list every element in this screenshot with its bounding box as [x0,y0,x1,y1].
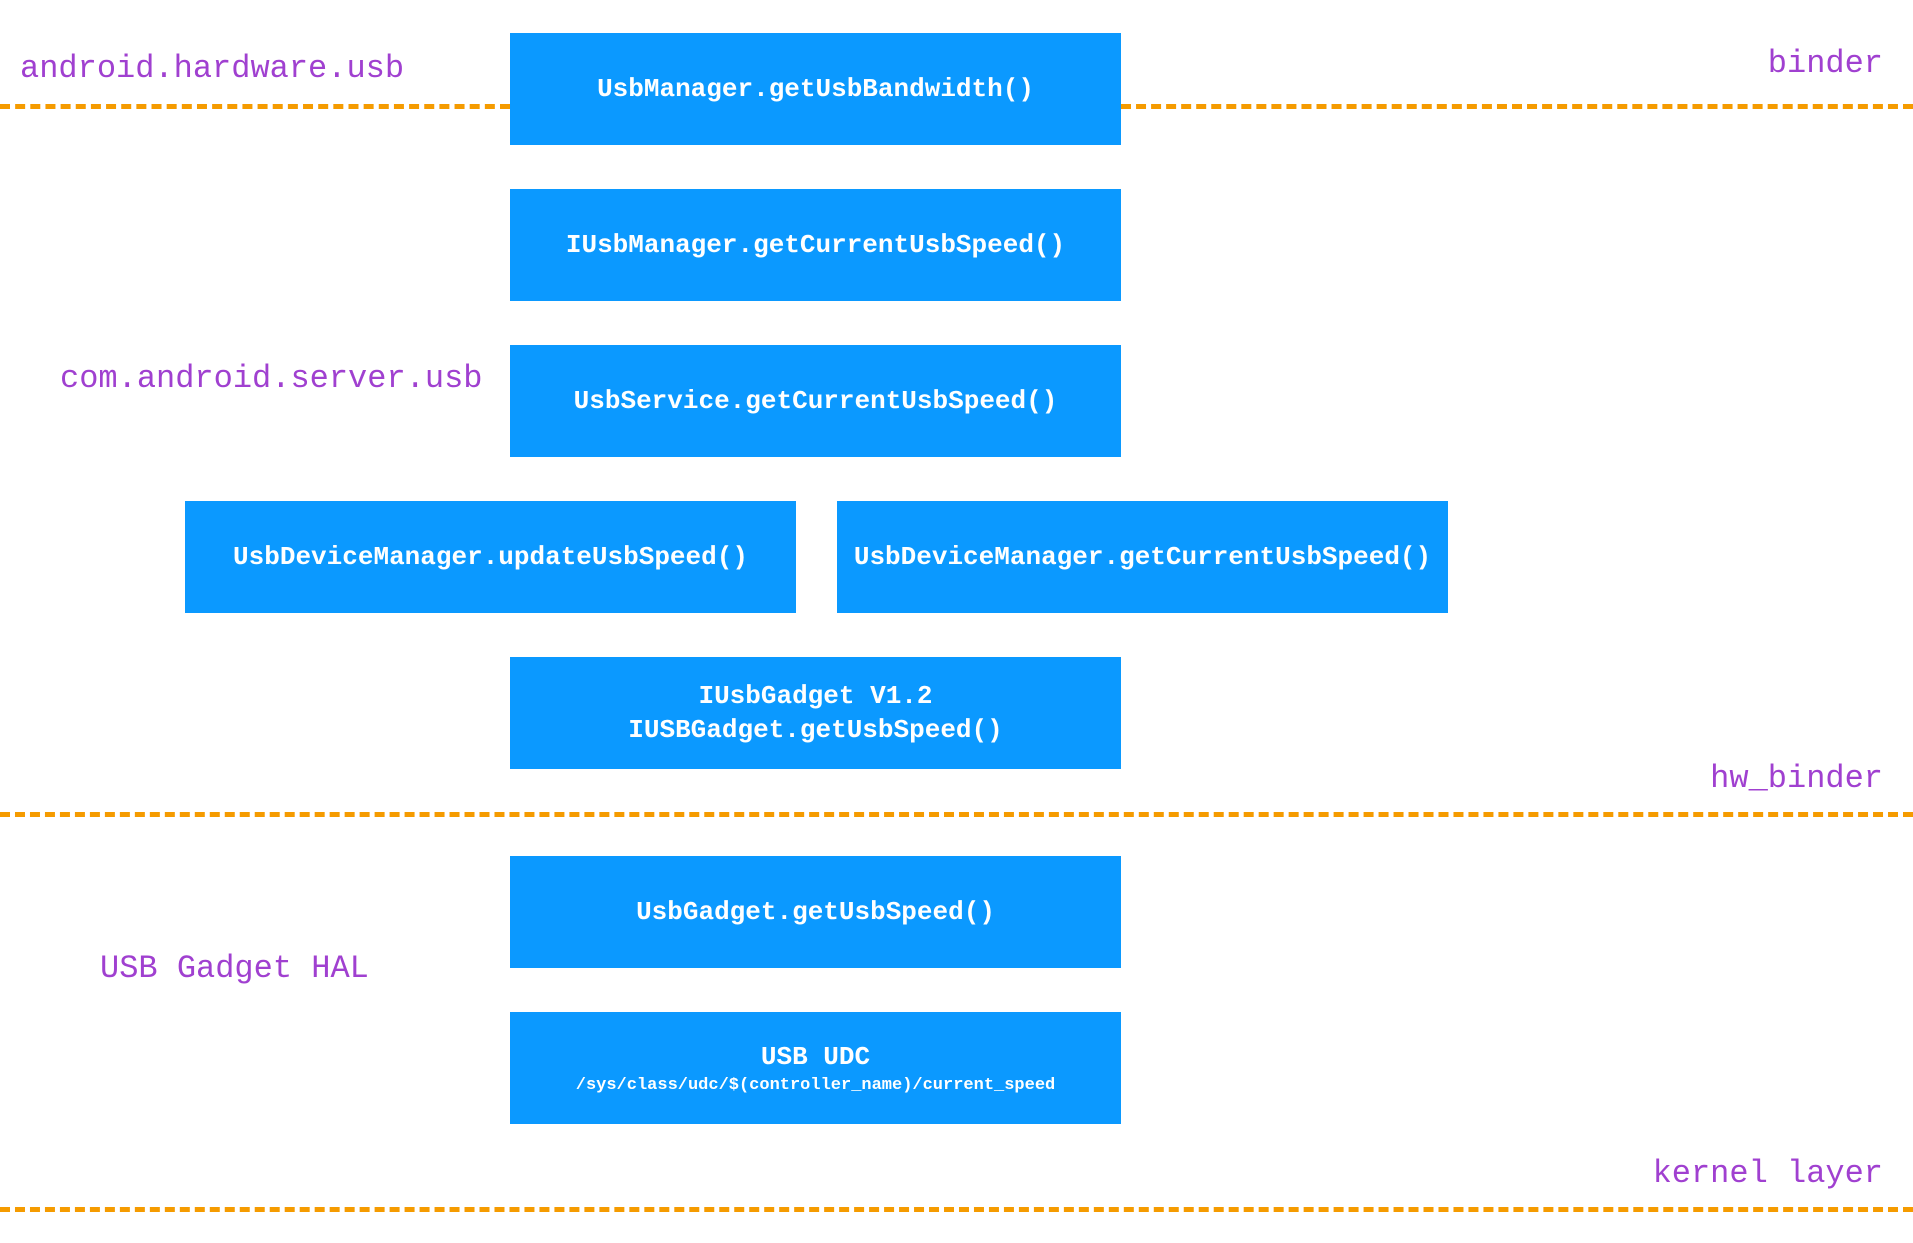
label-kernel-layer: kernel layer [1653,1155,1883,1192]
dash-hwbinder [0,812,1913,817]
box-text: UsbService.getCurrentUsbSpeed() [574,386,1058,416]
box-text: UsbDeviceManager.getCurrentUsbSpeed() [854,542,1431,572]
box-iusbmanager-getcurrentusbspeed: IUsbManager.getCurrentUsbSpeed() [510,189,1121,301]
box-text-line2: IUSBGadget.getUsbSpeed() [628,715,1002,745]
box-iusbgadget: IUsbGadget V1.2 IUSBGadget.getUsbSpeed() [510,657,1121,769]
dash-binder-right [1121,104,1913,109]
label-binder: binder [1768,45,1883,82]
box-text: UsbDeviceManager.updateUsbSpeed() [233,542,748,572]
box-usb-udc: USB UDC /sys/class/udc/$(controller_name… [510,1012,1121,1124]
box-text: UsbGadget.getUsbSpeed() [636,897,995,927]
label-usb-gadget-hal: USB Gadget HAL [100,950,369,987]
dash-kernel [0,1207,1913,1212]
box-text: IUsbManager.getCurrentUsbSpeed() [566,230,1065,260]
box-usbgadget-getusbspeed: UsbGadget.getUsbSpeed() [510,856,1121,968]
box-usbmanager-getusbbandwidth: UsbManager.getUsbBandwidth() [510,33,1121,145]
box-usbdevicemanager-getcurrentusbspeed: UsbDeviceManager.getCurrentUsbSpeed() [837,501,1448,613]
label-com-android-server-usb: com.android.server.usb [60,360,482,397]
dash-binder-left [0,104,510,109]
label-hw-binder: hw_binder [1710,760,1883,797]
box-text-line2: /sys/class/udc/$(controller_name)/curren… [576,1076,1055,1095]
box-text: UsbManager.getUsbBandwidth() [597,74,1034,104]
box-usbdevicemanager-updateusbspeed: UsbDeviceManager.updateUsbSpeed() [185,501,796,613]
box-usbservice-getcurrentusbspeed: UsbService.getCurrentUsbSpeed() [510,345,1121,457]
box-text-line1: USB UDC [761,1042,870,1072]
box-text-line1: IUsbGadget V1.2 [698,681,932,711]
label-android-hardware-usb: android.hardware.usb [20,50,404,87]
